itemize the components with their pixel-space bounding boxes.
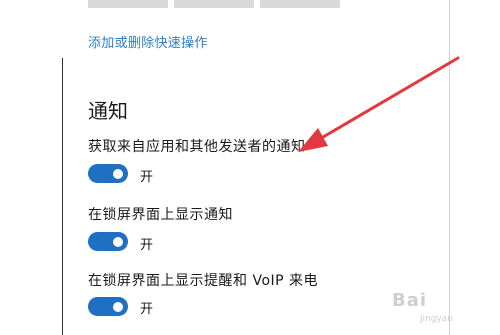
toggle-knob xyxy=(113,236,123,247)
toggle-lockscreen-notifications[interactable] xyxy=(88,232,128,251)
toggle-lockscreen-reminders-voip[interactable] xyxy=(88,297,128,316)
notifications-section-title: 通知 xyxy=(88,99,128,123)
watermark-logo: Bai xyxy=(392,290,428,311)
toggle-knob xyxy=(113,301,123,312)
right-divider xyxy=(449,0,450,335)
left-divider xyxy=(62,58,63,335)
toggle-state-label: 开 xyxy=(140,238,154,253)
toggle-state-label: 开 xyxy=(140,170,154,185)
toggle-knob xyxy=(113,168,123,179)
add-remove-quick-actions-link[interactable]: 添加或删除快速操作 xyxy=(88,32,208,51)
setting-label-lockscreen-reminders-voip: 在锁屏界面上显示提醒和 VoIP 来电 xyxy=(88,273,319,289)
toggle-state-label: 开 xyxy=(140,302,154,317)
toggle-app-notifications[interactable] xyxy=(88,164,128,183)
watermark-subtext: jingyan xyxy=(420,314,453,324)
quick-action-tile[interactable] xyxy=(88,0,168,8)
setting-label-lockscreen-notifications: 在锁屏界面上显示通知 xyxy=(88,207,233,223)
quick-action-tiles xyxy=(88,0,340,8)
setting-label-app-notifications: 获取来自应用和其他发送者的通知 xyxy=(88,139,306,155)
quick-action-tile[interactable] xyxy=(174,0,254,8)
quick-action-tile[interactable] xyxy=(260,0,340,8)
